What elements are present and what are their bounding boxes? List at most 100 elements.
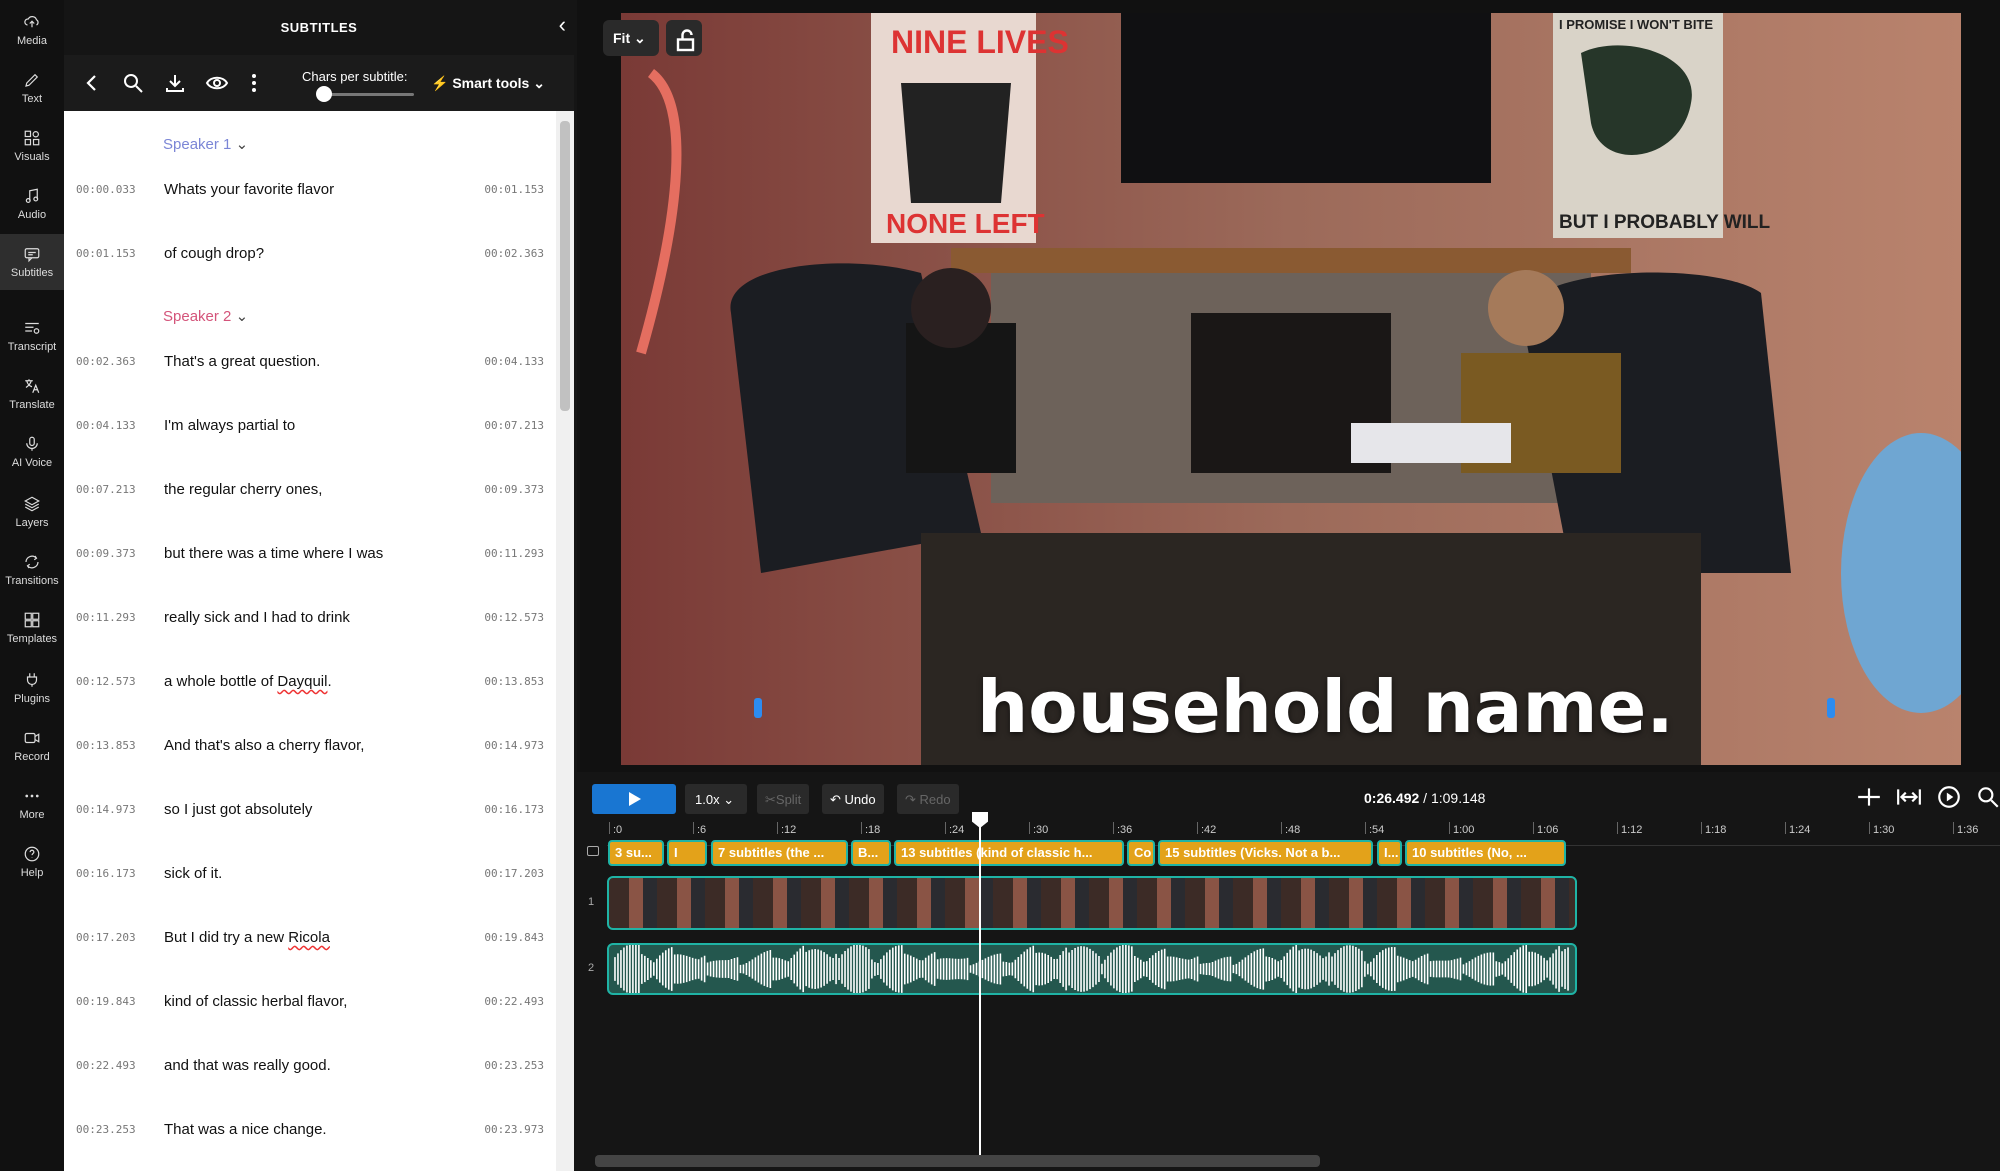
nav-item-templates[interactable]: Templates [0,600,64,656]
subtitle-text[interactable]: That was a nice change. [164,1121,327,1138]
audio-track-clip[interactable] [607,943,1577,995]
unlock-icon[interactable] [666,20,702,56]
misspelled-word[interactable]: Dayquil [277,673,327,690]
playback-mode-icon[interactable] [1936,784,1962,810]
subtitle-end-time[interactable]: 00:07.213 [484,419,544,432]
subtitle-end-time[interactable]: 00:16.173 [484,803,544,816]
subtitle-start-time[interactable]: 00:16.173 [76,867,136,880]
nav-item-transitions[interactable]: Transitions [0,542,64,598]
subtitle-start-time[interactable]: 00:22.493 [76,1059,136,1072]
zoom-icon[interactable] [1975,784,2000,810]
subtitle-start-time[interactable]: 00:00.033 [76,183,136,196]
subtitle-start-time[interactable]: 00:02.363 [76,355,136,368]
subtitle-row[interactable]: 00:19.843 kind of classic herbal flavor, 0… [64,983,556,1023]
play-button[interactable] [592,784,676,814]
subtitle-row[interactable]: 00:09.373 but there was a time where I wa… [64,535,556,575]
subtitle-chip[interactable]: 10 subtitles (No, ... [1405,840,1566,866]
subtitle-end-time[interactable]: 00:02.363 [484,247,544,260]
nav-item-translate[interactable]: Translate [0,366,64,422]
subtitle-text[interactable]: but there was a time where I was [164,545,383,562]
subtitle-chip[interactable]: B... [851,840,891,866]
subtitle-start-time[interactable]: 00:13.853 [76,739,136,752]
subtitle-row[interactable]: 00:13.853 And that's also a cherry flavor… [64,727,556,767]
snap-icon[interactable] [1856,784,1882,810]
subtitle-end-time[interactable]: 00:14.973 [484,739,544,752]
subtitle-text[interactable]: so I just got absolutely [164,801,312,818]
nav-item-audio[interactable]: Audio [0,176,64,232]
subtitle-end-time[interactable]: 00:22.493 [484,995,544,1008]
subtitle-text[interactable]: That's a great question. [164,353,320,370]
speaker-label[interactable]: Speaker 1 ⌄ [163,135,248,153]
subtitle-end-time[interactable]: 00:23.253 [484,1059,544,1072]
nav-item-transcript[interactable]: Transcript [0,308,64,364]
subtitle-start-time[interactable]: 00:11.293 [76,611,136,624]
caption-right-handle[interactable] [1827,698,1835,718]
subtitle-start-time[interactable]: 00:07.213 [76,483,136,496]
nav-item-layers[interactable]: Layers [0,484,64,540]
subtitle-text[interactable]: I'm always partial to [164,417,295,434]
subtitle-row[interactable]: 00:11.293 really sick and I had to drink 0… [64,599,556,639]
subtitle-row[interactable]: 00:01.153 of cough drop? 00:02.363 [64,235,556,275]
nav-item-help[interactable]: Help [0,834,64,890]
subtitle-text[interactable]: And that's also a cherry flavor, [164,737,364,754]
search-icon[interactable] [121,71,145,95]
smart-tools-button[interactable]: ⚡ Smart tools ⌄ [431,75,545,92]
subtitle-text[interactable]: Whats your favorite flavor [164,181,334,198]
subtitle-row[interactable]: 00:14.973 so I just got absolutely 00:16.1… [64,791,556,831]
fit-dropdown[interactable]: Fit ⌄ [603,20,659,56]
subtitle-end-time[interactable]: 00:01.153 [484,183,544,196]
subtitle-start-time[interactable]: 00:12.573 [76,675,136,688]
subtitle-start-time[interactable]: 00:01.153 [76,247,136,260]
subtitle-row[interactable]: 00:00.033 Whats your favorite flavor 00:01… [64,171,556,211]
subtitle-start-time[interactable]: 00:23.253 [76,1123,136,1136]
subtitle-row[interactable]: 00:07.213 the regular cherry ones, 00:09.3… [64,471,556,511]
nav-item-ai-voice[interactable]: AI Voice [0,424,64,480]
video-track-clip[interactable] [607,876,1577,930]
subtitle-chip[interactable]: 15 subtitles (Vicks. Not a b... [1158,840,1373,866]
undo-button[interactable]: ↶ Undo [822,784,884,814]
nav-item-text[interactable]: Text [0,60,64,116]
subtitle-row[interactable]: 00:17.203 But I did try a new Ricola 00:19… [64,919,556,959]
misspelled-word[interactable]: Ricola [288,929,330,946]
subtitle-end-time[interactable]: 00:23.973 [484,1123,544,1136]
subtitle-row[interactable]: 00:22.493 and that was really good. 00:23.… [64,1047,556,1087]
subtitle-end-time[interactable]: 00:11.293 [484,547,544,560]
subtitle-row[interactable]: 00:16.173 sick of it. 00:17.203 [64,855,556,895]
nav-item-subtitles[interactable]: Subtitles [0,234,64,290]
eye-icon[interactable] [205,71,229,95]
subtitle-chip[interactable]: 3 su... [608,840,664,866]
nav-item-record[interactable]: Record [0,718,64,774]
subtitle-end-time[interactable]: 00:19.843 [484,931,544,944]
playhead[interactable] [979,812,981,1157]
subtitle-list-scrollbar[interactable] [556,111,574,1171]
subtitle-start-time[interactable]: 00:19.843 [76,995,136,1008]
subtitle-text[interactable]: kind of classic herbal flavor, [164,993,347,1010]
subtitle-row[interactable]: 00:23.253 That was a nice change. 00:23.97… [64,1111,556,1151]
chars-slider-thumb[interactable] [316,86,332,102]
caption-left-handle[interactable] [754,698,762,718]
subtitle-start-time[interactable]: 00:17.203 [76,931,136,944]
subtitle-chip[interactable]: Co [1127,840,1155,866]
redo-button[interactable]: ↷ Redo [897,784,959,814]
subtitle-end-time[interactable]: 00:17.203 [484,867,544,880]
subtitle-chip[interactable]: 13 subtitles (kind of classic h... [894,840,1124,866]
subtitle-end-time[interactable]: 00:09.373 [484,483,544,496]
subtitle-text[interactable]: But I did try a new Ricola [164,929,330,946]
split-button[interactable]: ✂Split [757,784,810,814]
nav-item-more[interactable]: More [0,776,64,832]
subtitle-row[interactable]: 00:04.133 I'm always partial to 00:07.213 [64,407,556,447]
video-frame[interactable]: NINE LIVES NONE LEFT I PROMISE I WON'T B… [621,13,1961,765]
subtitle-start-time[interactable]: 00:09.373 [76,547,136,560]
subtitle-text[interactable]: and that was really good. [164,1057,331,1074]
back-icon[interactable] [80,71,104,95]
speaker-label[interactable]: Speaker 2 ⌄ [163,307,248,325]
subtitle-end-time[interactable]: 00:04.133 [484,355,544,368]
subtitle-text[interactable]: really sick and I had to drink [164,609,350,626]
subtitle-text[interactable]: sick of it. [164,865,222,882]
collapse-panel-icon[interactable]: ‹ [559,12,566,38]
subtitle-text[interactable]: the regular cherry ones, [164,481,322,498]
scrollbar-thumb[interactable] [560,121,570,411]
subtitle-chip[interactable]: I... [1377,840,1402,866]
download-icon[interactable] [163,71,187,95]
subtitle-start-time[interactable]: 00:04.133 [76,419,136,432]
